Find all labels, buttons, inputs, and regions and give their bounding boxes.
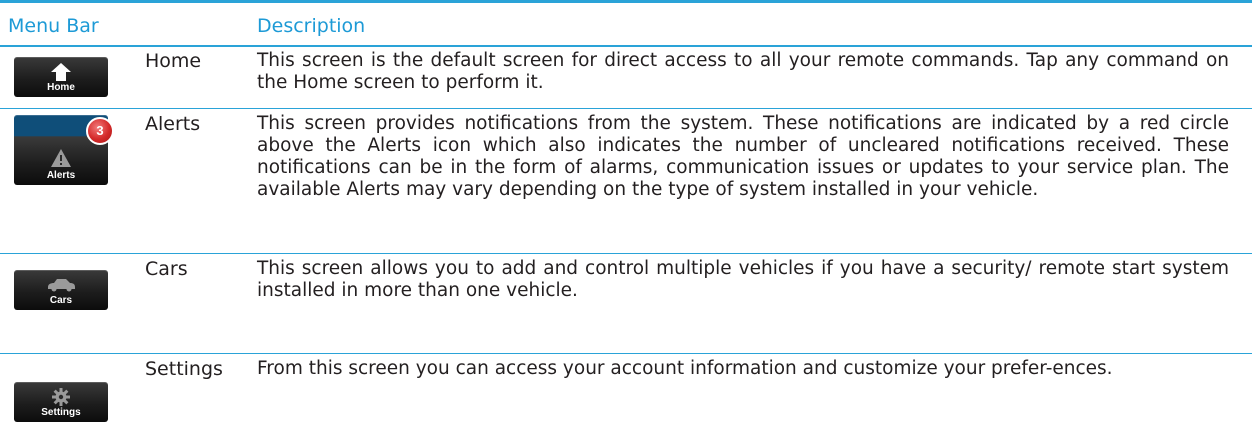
table-row-alerts: 3 Alerts Alerts This screen provides not… [0,109,1252,254]
settings-button-label: Settings [41,407,81,418]
row-name-alerts: Alerts [145,113,201,135]
cars-button[interactable]: Cars [14,270,108,310]
warning-icon [51,149,71,171]
row-name-settings: Settings [145,358,223,380]
row-name-home: Home [145,50,202,72]
home-button[interactable]: Home [14,57,108,97]
table-row-cars: Cars Cars This screen allows you to add … [0,254,1252,354]
row-description-home: This screen is the default screen for di… [257,50,1229,93]
row-description-settings: From this screen you can access your acc… [257,358,1113,379]
row-description-cars: This screen allows you to add and contro… [257,258,1229,301]
table-row-home: Home Home This screen is the default scr… [0,47,1252,109]
row-description-alerts: This screen provides notifications from … [257,113,1229,200]
cars-button-label: Cars [49,295,73,306]
car-icon [46,277,76,296]
menu-bar-column-header: Menu Bar [8,15,99,37]
alerts-button[interactable]: 3 Alerts [14,115,114,185]
home-button-label: Home [47,82,75,93]
alerts-button-label: Alerts [46,170,76,181]
table-header: Menu Bar Description [0,0,1252,47]
row-name-cars: Cars [145,258,188,280]
alerts-count-badge: 3 [86,117,114,145]
table-row-settings: Settings Settings From this screen you c… [0,354,1252,442]
description-column-header: Description [257,15,366,37]
menu-bar-table: Menu Bar Description Home Home This scre… [0,0,1252,442]
settings-button[interactable]: Settings [14,382,108,422]
